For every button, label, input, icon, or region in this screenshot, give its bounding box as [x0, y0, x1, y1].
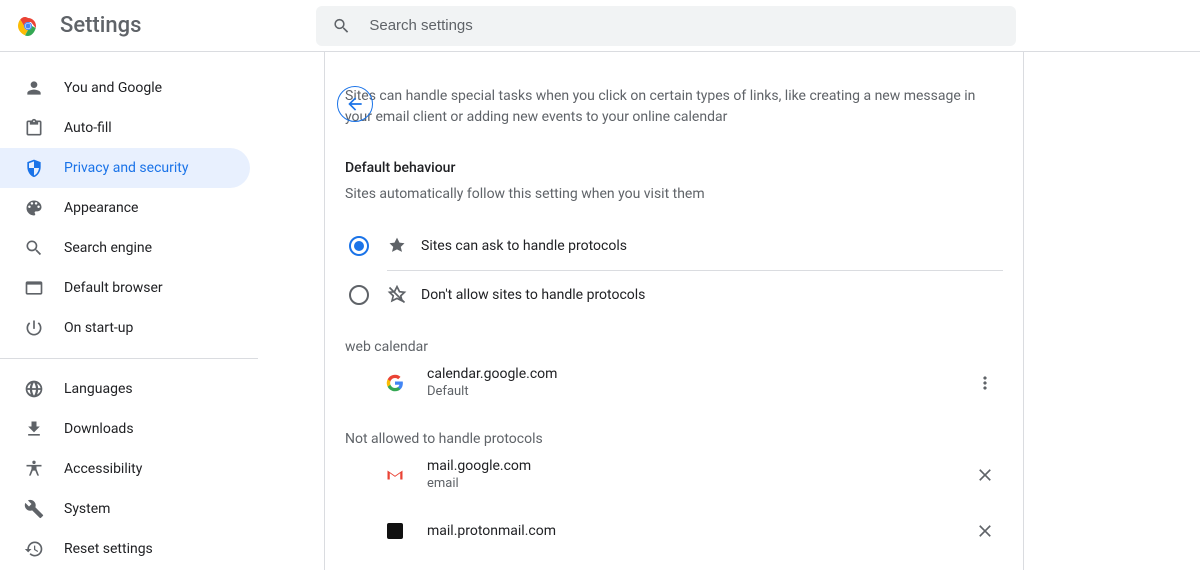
sidebar-item-downloads[interactable]: Downloads [0, 409, 250, 449]
radio-label: Sites can ask to handle protocols [421, 238, 627, 254]
radio-button-icon [349, 285, 369, 305]
sidebar: You and Google Auto-fill Privacy and sec… [0, 52, 258, 570]
protonmail-favicon-icon [385, 521, 405, 541]
sidebar-item-label: Search engine [64, 240, 152, 256]
clipboard-icon [24, 118, 44, 138]
radio-label: Don't allow sites to handle protocols [421, 287, 645, 303]
sidebar-item-label: Default browser [64, 280, 163, 296]
palette-icon [24, 198, 44, 218]
globe-icon [24, 379, 44, 399]
sidebar-item-default-browser[interactable]: Default browser [0, 268, 250, 308]
chrome-logo-icon [16, 14, 40, 38]
group-web-calendar-label: web calendar [345, 339, 1003, 355]
download-icon [24, 419, 44, 439]
sidebar-item-label: You and Google [64, 80, 162, 96]
sidebar-item-search-engine[interactable]: Search engine [0, 228, 250, 268]
site-sub: Default [427, 384, 557, 401]
sidebar-divider [0, 358, 258, 359]
site-row-gmail[interactable]: mail.google.com email [345, 447, 1003, 503]
sidebar-item-label: System [64, 501, 110, 517]
protocol-allow-icon [387, 236, 407, 256]
sidebar-item-on-startup[interactable]: On start-up [0, 308, 250, 348]
radio-dont-allow[interactable]: Don't allow sites to handle protocols [349, 271, 1003, 319]
remove-button[interactable] [967, 513, 1003, 549]
restore-icon [24, 539, 44, 559]
settings-card: Sites can handle special tasks when you … [324, 52, 1024, 570]
gmail-favicon-icon [385, 465, 405, 485]
sidebar-item-label: Accessibility [64, 461, 142, 477]
search-icon [332, 16, 351, 36]
sidebar-item-label: On start-up [64, 320, 133, 336]
close-icon [975, 521, 995, 541]
sidebar-item-label: Languages [64, 381, 133, 397]
more-actions-button[interactable] [967, 365, 1003, 401]
close-icon [975, 465, 995, 485]
radio-button-icon [349, 236, 369, 256]
site-row-protonmail[interactable]: mail.protonmail.com [345, 503, 1003, 559]
remove-button[interactable] [967, 457, 1003, 493]
page-title: Settings [60, 13, 141, 38]
search-icon [24, 238, 44, 258]
search-input[interactable] [367, 16, 1000, 35]
default-behaviour-title: Default behaviour [345, 160, 1003, 176]
back-button[interactable] [337, 86, 373, 122]
sidebar-item-label: Downloads [64, 421, 134, 437]
sidebar-item-you-and-google[interactable]: You and Google [0, 68, 250, 108]
description-text: Sites can handle special tasks when you … [345, 86, 1003, 128]
google-favicon-icon [385, 373, 405, 393]
sidebar-item-label: Auto-fill [64, 120, 112, 136]
site-row-calendar[interactable]: calendar.google.com Default [345, 355, 1003, 411]
more-vert-icon [975, 373, 995, 393]
search-settings-field[interactable] [316, 6, 1016, 46]
site-domain: calendar.google.com [427, 365, 557, 383]
browser-icon [24, 278, 44, 298]
default-behaviour-subtitle: Sites automatically follow this setting … [345, 186, 1003, 202]
site-domain: mail.protonmail.com [427, 522, 556, 540]
site-sub: email [427, 476, 531, 493]
sidebar-item-languages[interactable]: Languages [0, 369, 250, 409]
site-domain: mail.google.com [427, 457, 531, 475]
sidebar-item-label: Reset settings [64, 541, 153, 557]
sidebar-item-label: Appearance [64, 200, 138, 216]
accessibility-icon [24, 459, 44, 479]
person-icon [24, 78, 44, 98]
sidebar-item-accessibility[interactable]: Accessibility [0, 449, 250, 489]
sidebar-item-privacy[interactable]: Privacy and security [0, 148, 250, 188]
protocol-block-icon [387, 285, 407, 305]
radio-sites-can-ask[interactable]: Sites can ask to handle protocols [349, 222, 1003, 270]
group-not-allowed-label: Not allowed to handle protocols [345, 431, 1003, 447]
wrench-icon [24, 499, 44, 519]
sidebar-item-autofill[interactable]: Auto-fill [0, 108, 250, 148]
power-icon [24, 318, 44, 338]
sidebar-item-system[interactable]: System [0, 489, 250, 529]
sidebar-item-appearance[interactable]: Appearance [0, 188, 250, 228]
sidebar-item-reset[interactable]: Reset settings [0, 529, 250, 569]
shield-icon [24, 158, 44, 178]
sidebar-item-label: Privacy and security [64, 160, 188, 176]
arrow-back-icon [345, 94, 365, 114]
